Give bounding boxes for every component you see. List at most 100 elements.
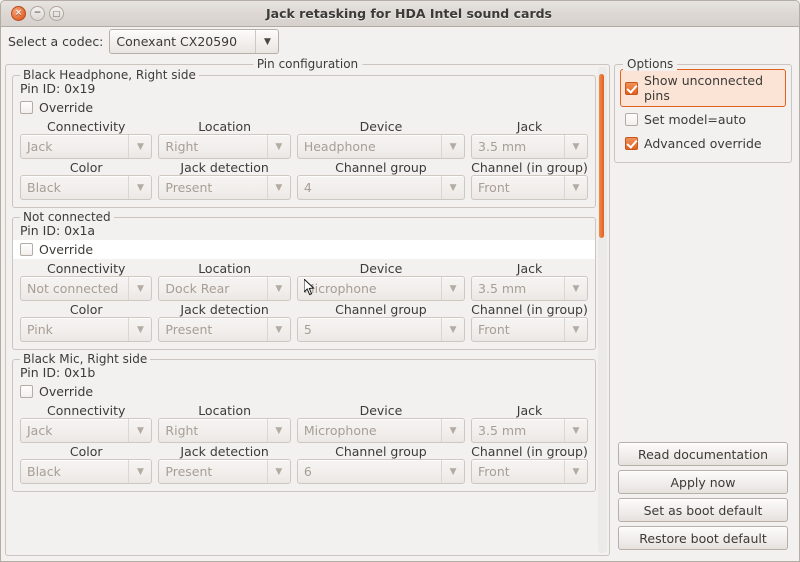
field-header: Connectivity — [47, 403, 126, 418]
channel-group-dropdown[interactable]: 5 ▼ — [296, 317, 466, 342]
pin-configuration-panel: Pin configuration Black Headphone, Right… — [5, 57, 610, 556]
jack-detection-dropdown[interactable]: Present ▼ — [158, 175, 291, 200]
chevron-down-icon: ▼ — [275, 182, 283, 193]
field-header: Device — [359, 261, 403, 276]
field-cell: Right ▼ — [155, 134, 293, 159]
right-column: Options Show unconnected pins Set model=a… — [614, 55, 792, 556]
jack-detection-value: Present — [165, 180, 213, 195]
override-checkbox-row[interactable]: Override — [17, 382, 591, 401]
field-cell: 3.5 mm ▼ — [468, 418, 591, 443]
device-dropdown[interactable]: Microphone ▼ — [296, 276, 466, 301]
channel-group-dropdown[interactable]: 4 ▼ — [296, 175, 466, 200]
checkbox-icon[interactable] — [20, 243, 33, 256]
channel-group-dropdown[interactable]: 6 ▼ — [296, 459, 466, 484]
field-cell: Headphone ▼ — [294, 134, 468, 159]
channel-in-group-dropdown[interactable]: Front ▼ — [471, 459, 588, 484]
close-button[interactable]: × — [11, 6, 26, 21]
connectivity-value: Jack — [27, 139, 53, 154]
override-checkbox-row[interactable]: Override — [13, 240, 595, 259]
device-dropdown[interactable]: Headphone ▼ — [296, 134, 466, 159]
field-header: Color — [69, 160, 103, 175]
field-header: Channel (in group) — [471, 302, 588, 317]
field-cell: Dock Rear ▼ — [155, 276, 293, 301]
codec-selector-row: Select a codec: Conexant CX20590 ▼ — [1, 27, 799, 55]
field-header: Jack detection — [180, 302, 269, 317]
field-header: Jack detection — [180, 444, 269, 459]
chevron-down-icon: ▼ — [275, 466, 283, 477]
color-dropdown[interactable]: Black ▼ — [20, 459, 153, 484]
field-header-row: Color Jack detection Channel group Channel … — [17, 302, 591, 317]
minimize-button[interactable]: − — [30, 6, 45, 21]
field-header: Location — [198, 119, 252, 134]
connectivity-dropdown[interactable]: Not connected ▼ — [20, 276, 153, 301]
jack-detection-dropdown[interactable]: Present ▼ — [158, 317, 291, 342]
restore-boot-default-button[interactable]: Restore boot default — [618, 526, 788, 550]
jack-dropdown[interactable]: 3.5 mm ▼ — [471, 134, 588, 159]
checkbox-icon[interactable] — [625, 137, 638, 150]
codec-dropdown[interactable]: Conexant CX20590 ▼ — [109, 29, 280, 54]
chevron-down-icon: ▼ — [136, 324, 144, 335]
apply-now-button[interactable]: Apply now — [618, 470, 788, 494]
connectivity-dropdown[interactable]: Jack ▼ — [20, 134, 153, 159]
channel-in-group-value: Front — [478, 322, 510, 337]
jack-dropdown[interactable]: 3.5 mm ▼ — [471, 418, 588, 443]
channel-in-group-dropdown[interactable]: Front ▼ — [471, 175, 588, 200]
main-content: Pin configuration Black Headphone, Right… — [1, 55, 799, 556]
field-row: Jack ▼ Right ▼ Microphone ▼ 3.5 mm ▼ — [17, 418, 591, 443]
location-dropdown[interactable]: Dock Rear ▼ — [158, 276, 291, 301]
option-label: Advanced override — [644, 136, 762, 151]
channel-group-value: 4 — [303, 180, 312, 195]
pin-group: Not connected Pin ID: 0x1a Override Connect… — [12, 210, 596, 350]
color-value: Pink — [27, 322, 53, 337]
action-button-stack: Read documentation Apply now Set as boot d… — [618, 442, 788, 550]
location-dropdown[interactable]: Right ▼ — [158, 134, 291, 159]
field-cell: Pink ▼ — [17, 317, 155, 342]
field-cell: Jack ▼ — [17, 134, 155, 159]
field-header: Jack — [516, 261, 543, 276]
override-checkbox-row[interactable]: Override — [17, 98, 591, 117]
field-header: Jack — [516, 119, 543, 134]
field-header: Channel group — [335, 302, 427, 317]
option-checkbox-row[interactable]: Set model=auto — [620, 108, 786, 131]
device-dropdown[interactable]: Microphone ▼ — [296, 418, 466, 443]
field-header-row: Connectivity Location Device Jack — [17, 403, 591, 418]
pin-group-title: Black Headphone, Right side — [20, 68, 199, 82]
override-label: Override — [39, 384, 94, 399]
field-header: Connectivity — [47, 261, 126, 276]
location-dropdown[interactable]: Right ▼ — [158, 418, 291, 443]
override-label: Override — [39, 100, 94, 115]
chevron-down-icon: ▼ — [275, 425, 283, 436]
vertical-scrollbar-track[interactable] — [598, 67, 607, 553]
field-header: Jack detection — [180, 160, 269, 175]
color-dropdown[interactable]: Pink ▼ — [20, 317, 153, 342]
checkbox-icon[interactable] — [20, 385, 33, 398]
checkbox-icon[interactable] — [625, 113, 638, 126]
field-header: Color — [69, 302, 103, 317]
connectivity-value: Not connected — [27, 281, 119, 296]
chevron-down-icon: ▼ — [275, 283, 283, 294]
field-cell: Jack ▼ — [17, 418, 155, 443]
chevron-down-icon: ▼ — [275, 324, 283, 335]
checkbox-icon[interactable] — [20, 101, 33, 114]
vertical-scrollbar-thumb[interactable] — [599, 74, 604, 238]
color-dropdown[interactable]: Black ▼ — [20, 175, 153, 200]
jack-dropdown[interactable]: 3.5 mm ▼ — [471, 276, 588, 301]
set-as-boot-default-button[interactable]: Set as boot default — [618, 498, 788, 522]
chevron-down-icon: ▼ — [572, 466, 580, 477]
connectivity-dropdown[interactable]: Jack ▼ — [20, 418, 153, 443]
maximize-button[interactable]: □ — [49, 6, 64, 21]
option-checkbox-row[interactable]: Advanced override — [620, 132, 786, 155]
chevron-down-icon: ▼ — [449, 425, 457, 436]
jack-value: 3.5 mm — [478, 139, 527, 154]
field-header-row: Color Jack detection Channel group Channel … — [17, 160, 591, 175]
connectivity-value: Jack — [27, 423, 53, 438]
field-cell: Front ▼ — [468, 175, 591, 200]
option-checkbox-row[interactable]: Show unconnected pins — [620, 69, 786, 107]
read-documentation-button[interactable]: Read documentation — [618, 442, 788, 466]
pin-field-grid: Connectivity Location Device Jack Jack ▼ Right… — [17, 119, 591, 200]
channel-in-group-dropdown[interactable]: Front ▼ — [471, 317, 588, 342]
pin-group-title: Black Mic, Right side — [20, 352, 151, 366]
jack-detection-dropdown[interactable]: Present ▼ — [158, 459, 291, 484]
checkbox-icon[interactable] — [625, 81, 638, 95]
window-controls: × − □ — [11, 6, 64, 21]
